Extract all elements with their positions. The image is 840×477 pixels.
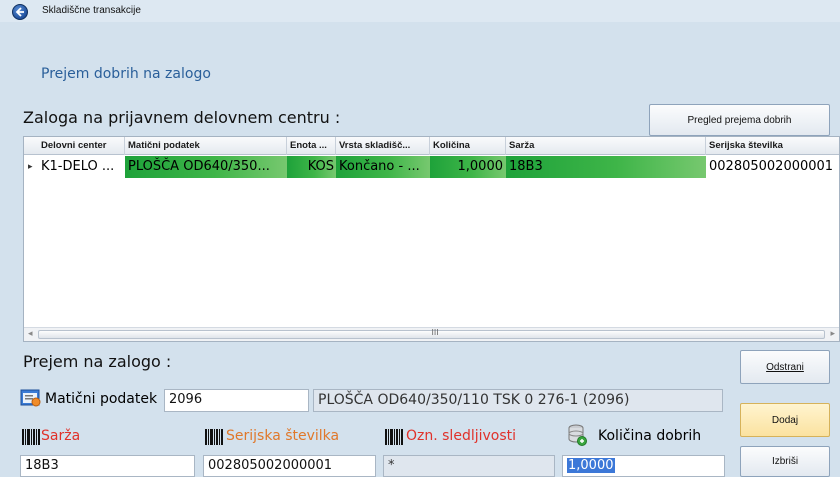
col-unit[interactable]: Enota ...: [287, 137, 336, 155]
window-title: Skladiščne transakcije: [42, 5, 141, 16]
batch-input[interactable]: 18B3: [20, 455, 195, 477]
add-button[interactable]: Dodaj: [740, 403, 830, 437]
cell-work-center: K1-DELO ...: [41, 159, 115, 174]
master-data-input[interactable]: 2096: [164, 389, 309, 412]
goods-receipt-overview-button[interactable]: Pregled prejema dobrih: [649, 104, 830, 136]
database-icon: [567, 424, 587, 446]
col-batch[interactable]: Sarža: [506, 137, 706, 155]
stock-section-title: Zaloga na prijavnem delovnem centru :: [23, 108, 341, 127]
remove-button[interactable]: Odstrani: [740, 350, 830, 384]
row-pointer-icon: ▸: [28, 162, 33, 172]
remove-button-label: Odstrani: [766, 361, 804, 373]
master-data-description: PLOŠČA OD640/350/110 TSK 0 276-1 (2096): [313, 389, 723, 412]
cell-warehouse-type: Končano - ...: [336, 156, 430, 178]
receipt-section-title: Prejem na zalogo :: [23, 352, 172, 371]
row-selector[interactable]: ▸: [24, 156, 38, 178]
col-quantity[interactable]: Količina: [430, 137, 506, 155]
serial-barcode-icon: [205, 429, 224, 445]
cell-unit: KOS: [287, 156, 336, 178]
batch-label: Sarža: [41, 428, 81, 444]
serial-number-input[interactable]: 002805002000001: [203, 455, 376, 477]
cell-master-data: PLOŠČA OD640/350...: [125, 156, 287, 178]
window-titlebar: Skladiščne transakcije: [0, 0, 840, 22]
cell-batch: 18B3: [506, 156, 706, 178]
cell-quantity: 1,0000: [430, 156, 506, 178]
col-work-center[interactable]: Delovni center: [38, 137, 125, 155]
col-warehouse-type[interactable]: Vrsta skladišč...: [336, 137, 430, 155]
stock-grid[interactable]: Delovni center Matični podatek Enota ...…: [23, 136, 840, 342]
col-serial-number[interactable]: Serijska številka: [706, 137, 839, 155]
traceability-input[interactable]: *: [383, 455, 555, 477]
back-arrow-icon[interactable]: [12, 4, 28, 20]
traceability-barcode-icon: [385, 429, 404, 445]
cell-serial-number: 002805002000001: [709, 159, 834, 174]
master-data-icon: [20, 388, 42, 408]
quantity-input[interactable]: 1,0000: [562, 455, 725, 477]
delete-button[interactable]: Izbriši: [740, 446, 830, 477]
scroll-thumb[interactable]: III: [38, 328, 825, 339]
col-master-data[interactable]: Matični podatek: [125, 137, 287, 155]
scroll-right-icon[interactable]: ▸: [830, 329, 835, 339]
quantity-label: Količina dobrih: [598, 428, 702, 444]
horizontal-scrollbar[interactable]: ◂ III ▸: [24, 327, 839, 341]
quantity-selected-text: 1,0000: [567, 458, 615, 473]
master-data-label: Matični podatek: [45, 391, 158, 407]
batch-barcode-icon: [22, 429, 41, 445]
traceability-label: Ozn. sledljivosti: [406, 428, 517, 444]
grid-header: Delovni center Matični podatek Enota ...…: [24, 137, 839, 155]
scroll-grip: III: [431, 328, 439, 337]
scroll-left-icon[interactable]: ◂: [28, 329, 33, 339]
serial-label: Serijska številka: [226, 428, 340, 444]
page-subtitle: Prejem dobrih na zalogo: [41, 66, 211, 82]
table-row[interactable]: ▸ K1-DELO ... PLOŠČA OD640/350... KOS Ko…: [24, 156, 839, 178]
